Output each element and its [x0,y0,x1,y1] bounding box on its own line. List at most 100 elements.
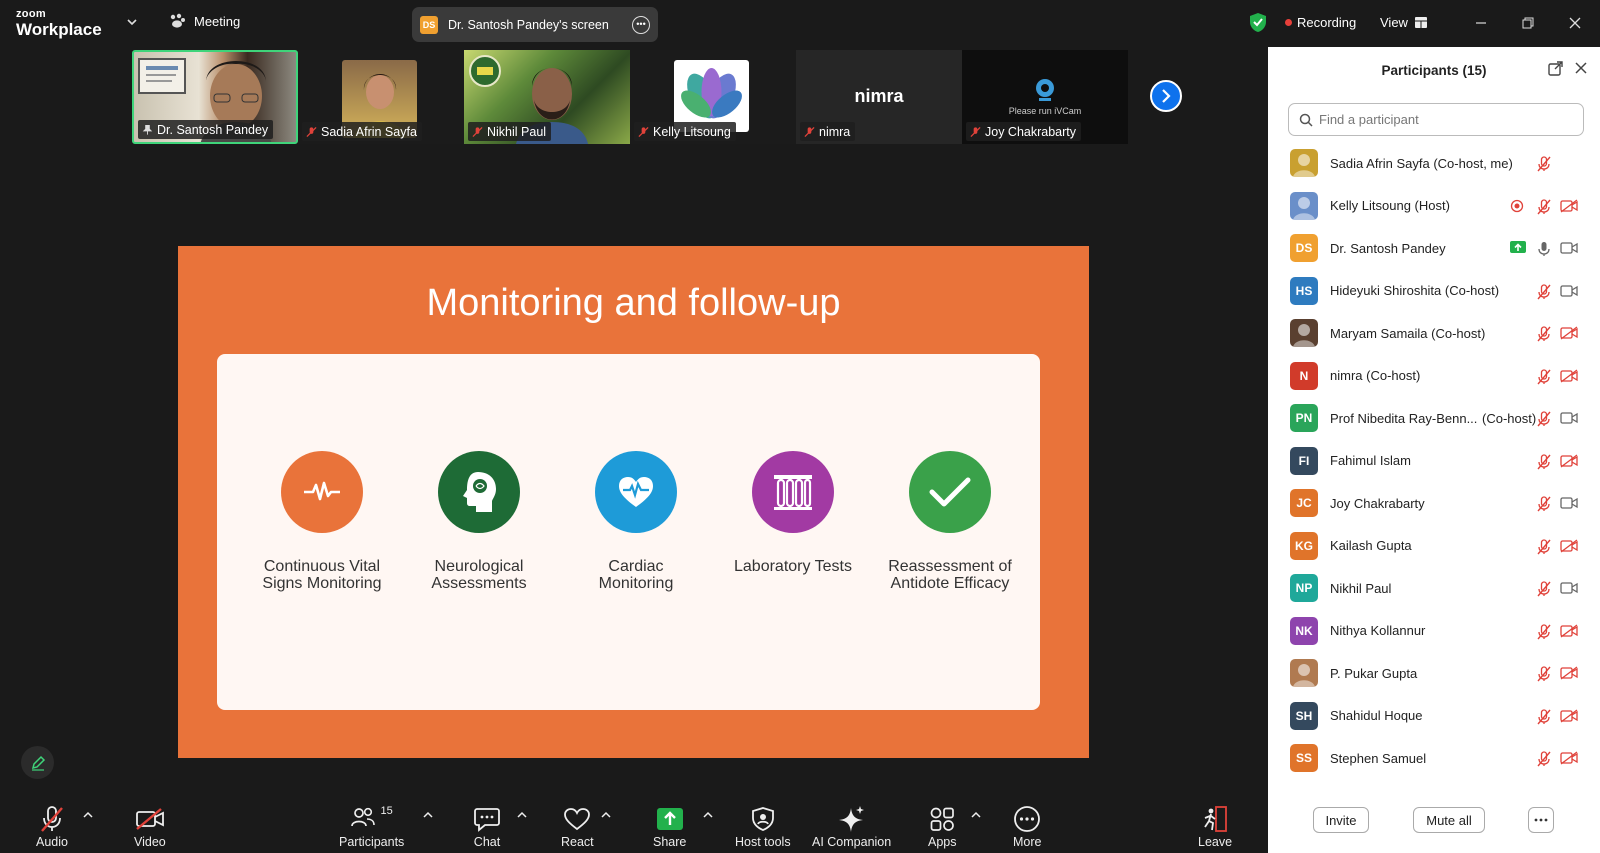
video-off-icon[interactable] [1560,751,1578,770]
mic-off-icon[interactable] [1536,708,1552,730]
video-on-icon[interactable] [1560,284,1578,303]
react-button[interactable]: React [561,805,594,849]
video-on-icon[interactable] [1560,496,1578,515]
participant-name: Shahidul Hoque [1330,708,1423,724]
mute-all-button[interactable]: Mute all [1413,807,1485,833]
mic-off-icon[interactable] [1536,538,1552,560]
video-tile[interactable]: Please run iVCam Joy Chakrabarty [962,50,1128,144]
participant-row[interactable]: Sadia Afrin Sayfa (Co-host, me) [1268,142,1600,185]
video-off-icon[interactable] [1560,708,1578,728]
video-off-icon[interactable] [1560,453,1578,473]
chevron-up-icon[interactable] [423,811,433,819]
video-off-icon[interactable] [1560,198,1578,218]
participant-row[interactable]: Kelly Litsoung (Host) [1268,185,1600,228]
more-options-button[interactable] [1528,807,1554,833]
mic-on-icon[interactable] [1536,241,1552,262]
participant-row[interactable]: NP Nikhil Paul [1268,567,1600,610]
participant-name-tag: Sadia Afrin Sayfa [302,122,422,141]
mic-off-icon[interactable] [1536,581,1552,602]
participant-row[interactable]: KG Kailash Gupta [1268,525,1600,568]
next-page-button[interactable] [1150,80,1182,112]
restore-icon[interactable] [1517,12,1539,34]
mic-off-icon[interactable] [1536,666,1552,687]
mic-off-icon[interactable] [1536,623,1552,645]
participants-icon [350,807,375,827]
pin-icon [142,124,153,135]
mic-off-icon[interactable] [1536,751,1552,772]
host-tools-button[interactable]: Host tools [735,805,791,849]
more-options-icon[interactable]: ••• [632,15,650,34]
mic-off-icon[interactable] [1536,326,1552,347]
view-button[interactable]: View [1380,15,1427,30]
chevron-up-icon[interactable] [971,811,981,819]
close-window-icon[interactable] [1564,12,1586,34]
video-on-icon[interactable] [1560,581,1578,600]
participant-avatar: DS [1290,234,1318,263]
video-tile[interactable]: Kelly Litsoung [630,50,796,144]
participant-row[interactable]: FI Fahimul Islam [1268,440,1600,483]
video-on-icon[interactable] [1560,411,1578,430]
mic-off-icon[interactable] [1536,198,1552,220]
invite-button[interactable]: Invite [1313,807,1369,833]
video-off-icon[interactable] [1560,538,1578,558]
participant-row[interactable]: P. Pukar Gupta [1268,652,1600,695]
video-on-icon[interactable] [1560,241,1578,260]
chevron-up-icon[interactable] [517,811,527,819]
video-button[interactable]: Video [134,805,166,849]
participant-name-tag: Dr. Santosh Pandey [138,120,274,139]
participant-row[interactable]: Maryam Samaila (Co-host) [1268,312,1600,355]
shared-screen-slide: Monitoring and follow-up Continuous Vita… [178,246,1089,758]
chevron-up-icon[interactable] [703,811,713,819]
participant-row[interactable]: Nnimra (Co-host) [1268,355,1600,398]
ai-companion-button[interactable]: AI Companion [812,805,891,849]
close-panel-icon[interactable] [1574,61,1588,75]
slide-item: Continuous Vital Signs Monitoring [247,451,397,592]
video-tile[interactable]: nimra nimra [796,50,962,144]
annotate-button[interactable] [21,746,54,779]
video-off-icon[interactable] [1560,666,1578,685]
participant-row[interactable]: JC Joy Chakrabarty [1268,482,1600,525]
recording-indicator[interactable]: Recording [1285,15,1356,30]
leave-button[interactable]: Leave [1198,805,1232,849]
mic-off-icon[interactable] [1536,496,1552,517]
video-off-icon[interactable] [1560,326,1578,345]
meeting-menu-button[interactable]: Meeting [168,13,240,29]
mic-off-icon[interactable] [1536,411,1552,432]
participant-row[interactable]: NK Nithya Kollannur [1268,610,1600,653]
participant-row[interactable]: SH Shahidul Hoque [1268,695,1600,738]
video-tile[interactable]: Nikhil Paul [464,50,630,144]
mic-off-icon[interactable] [1536,453,1552,475]
minimize-icon[interactable] [1470,12,1492,34]
mic-off-icon[interactable] [1536,283,1552,305]
mic-off-icon [970,126,981,137]
people-paw-icon [170,13,185,28]
participant-name: Joy Chakrabarty [1330,495,1425,511]
video-off-icon[interactable] [1560,368,1578,388]
chevron-down-icon[interactable] [126,16,138,28]
more-button[interactable]: More [1013,805,1041,849]
participant-name: Kelly Litsoung [653,124,731,139]
chevron-up-icon[interactable] [601,811,611,819]
participant-row[interactable]: DS Dr. Santosh Pandey [1268,227,1600,270]
mic-off-icon[interactable] [1536,156,1552,177]
screen-share-indicator[interactable]: DS Dr. Santosh Pandey's screen ••• [412,7,658,42]
heart-pulse-icon [595,451,677,533]
share-button[interactable]: Share [653,805,686,849]
search-icon [1299,113,1313,127]
video-off-icon[interactable] [1560,623,1578,643]
chevron-up-icon[interactable] [83,811,93,819]
search-input[interactable] [1319,112,1579,127]
pop-out-icon[interactable] [1548,61,1563,76]
video-tile[interactable]: Dr. Santosh Pandey [132,50,298,144]
more-label: More [1013,835,1042,849]
apps-button[interactable]: Apps [928,805,957,849]
audio-button[interactable]: Audio [36,805,68,849]
security-shield-icon[interactable] [1249,12,1267,33]
participant-row[interactable]: PN Prof Nibedita Ray-Benn... (Co-host) [1268,397,1600,440]
participants-button[interactable]: 15 Participants [339,805,404,849]
participant-row[interactable]: HS Hideyuki Shiroshita (Co-host) [1268,270,1600,313]
participant-row[interactable]: SS Stephen Samuel [1268,737,1600,780]
mic-off-icon[interactable] [1536,368,1552,390]
video-tile[interactable]: Sadia Afrin Sayfa [298,50,464,144]
chat-button[interactable]: Chat [473,805,501,849]
